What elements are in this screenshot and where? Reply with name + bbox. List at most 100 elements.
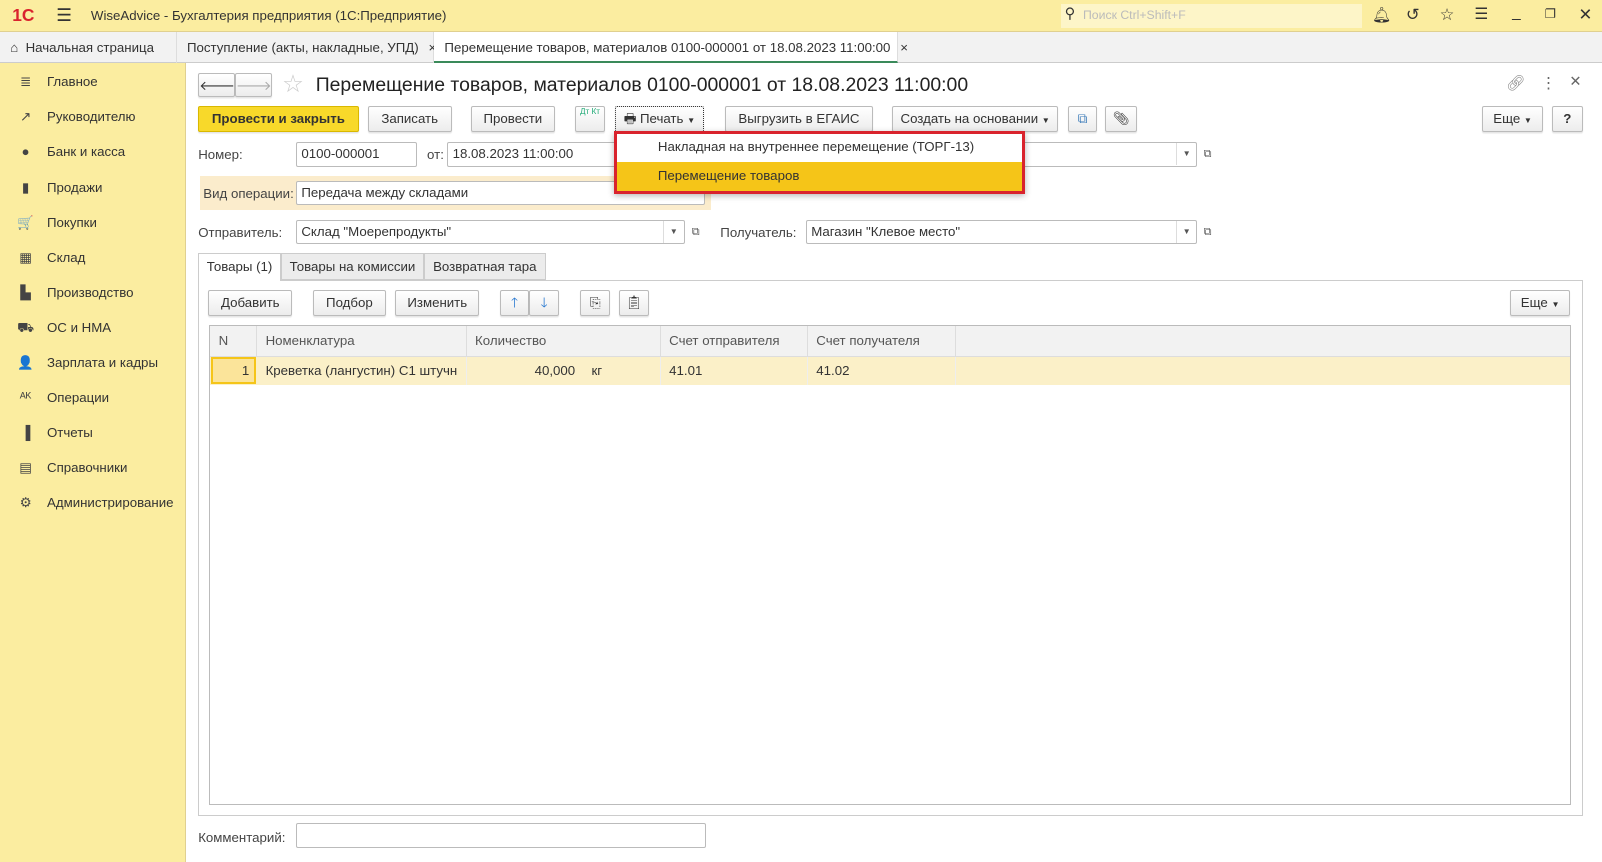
cell-qty[interactable]: 40,000 (467, 357, 581, 386)
sidebar-item-4[interactable]: 🛒 Покупки (0, 206, 186, 241)
sidebar-item-5[interactable]: ▦ Склад (0, 241, 186, 276)
close-window-icon[interactable]: ✕ (1579, 5, 1593, 25)
move-up-button[interactable]: 🡑 (499, 290, 530, 316)
bell-icon[interactable]: 🔔︎ (1372, 6, 1391, 25)
open-icon[interactable]: ⧉ (686, 220, 706, 245)
more-vertical-icon[interactable]: ⋮ (1541, 74, 1556, 93)
sidebar-item-label: Справочники (46, 459, 128, 475)
structure-button[interactable]: ⧉ (1067, 106, 1098, 132)
column-header-qty[interactable]: Количество (467, 325, 661, 357)
attachments-button[interactable]: 📎︎ (1105, 106, 1138, 132)
table-more-button[interactable]: Еще ▼ (1510, 290, 1571, 316)
sidebar-item-8[interactable]: 👤 Зарплата и кадры (0, 346, 186, 381)
sidebar-item-7[interactable]: ⛟ ОС и НМА (0, 311, 186, 346)
comment-field[interactable] (296, 823, 706, 848)
date-field[interactable]: 18.08.2023 11:00:00 (447, 142, 622, 167)
search-input[interactable]: ⚲ Поиск Ctrl+Shift+F (1060, 4, 1362, 28)
forward-button[interactable]: 🡒 (234, 72, 272, 98)
tab-home[interactable]: ⌂ Начальная страница (0, 31, 177, 64)
dt-kt-button[interactable]: Дт Кт (575, 106, 605, 132)
open-icon[interactable]: ⧉ (1197, 220, 1217, 245)
star-icon[interactable]: ☆ (1440, 5, 1455, 25)
history-icon[interactable]: ↺ (1406, 5, 1420, 25)
sidebar-item-label: Склад (46, 249, 86, 265)
tab-receipts[interactable]: Поступление (акты, накладные, УПД) × (177, 31, 436, 64)
dropdown-icon[interactable]: ▼ (663, 220, 683, 244)
sidebar-item-12[interactable]: ⚙ Администрирование (0, 486, 186, 521)
print-button[interactable]: 🖶 Печать ▼ (615, 106, 704, 132)
egais-export-button[interactable]: Выгрузить в ЕГАИС (725, 106, 873, 132)
settings-menu-icon[interactable]: ☰ (1474, 5, 1488, 24)
operation-label: Вид операции: (203, 185, 294, 201)
dropdown-icon[interactable]: ▼ (1175, 143, 1196, 166)
paste-icon: 📋︎ (625, 295, 643, 311)
sidebar-item-9[interactable]: ᴬᴷ Операции (0, 381, 186, 416)
sidebar-item-3[interactable]: ▮ Продажи (0, 171, 186, 206)
app-title: WiseAdvice - Бухгалтерия предприятия (1С… (90, 8, 447, 24)
receiver-value: Магазин "Клевое место" (811, 223, 961, 239)
restore-icon[interactable]: ❐ (1545, 7, 1556, 21)
post-button[interactable]: Провести (470, 106, 555, 132)
add-button[interactable]: Добавить (208, 290, 293, 316)
sidebar-item-11[interactable]: ▤ Справочники (0, 451, 186, 486)
open-icon[interactable]: ⧉ (1197, 142, 1217, 167)
column-header-item[interactable]: Номенклатура (257, 325, 467, 357)
print-label: Печать (639, 111, 684, 127)
subtab-goods[interactable]: Товары (1) (198, 253, 281, 281)
tab-label: Поступление (акты, накладные, УПД) (186, 39, 419, 55)
table-header: N Номенклатура Количество Счет отправите… (210, 325, 1571, 357)
document-form: 🡐 🡒 ☆ Перемещение товаров, материалов 01… (186, 63, 1602, 862)
sidebar-item-2[interactable]: ● Банк и касса (0, 135, 186, 170)
pick-button[interactable]: Подбор (312, 290, 387, 316)
sidebar-item-label: ОС и НМА (46, 319, 112, 335)
print-menu-item-torg13[interactable]: Накладная на внутреннее перемещение (ТОР… (617, 134, 1022, 163)
cell-item[interactable]: Креветка (лангустин) С1 штучн (257, 356, 467, 386)
more-button[interactable]: Еще ▼ (1482, 106, 1543, 132)
chevron-down-icon: ▼ (1551, 300, 1560, 310)
copy-button[interactable]: ⎘ (580, 290, 610, 316)
create-based-on-button[interactable]: Создать на основании ▼ (891, 106, 1059, 132)
edit-button[interactable]: Изменить (395, 290, 480, 316)
cell-receiver-account[interactable]: 41.02 (808, 356, 957, 386)
chevron-down-icon: ▼ (1523, 116, 1532, 126)
dropdown-icon[interactable]: ▼ (1175, 220, 1196, 244)
close-form-icon[interactable]: ✕ (1569, 74, 1581, 90)
tab-bar: ⌂ Начальная страница Поступление (акты, … (0, 31, 1602, 64)
link-icon[interactable]: 🔗︎ (1506, 74, 1525, 93)
move-down-button[interactable]: 🡓 (529, 290, 559, 316)
sender-field[interactable]: Склад "Моерепродукты" ▼ (296, 219, 685, 245)
back-button[interactable]: 🡐 (198, 72, 235, 98)
close-tab-icon[interactable]: × (900, 40, 908, 55)
help-button[interactable]: ? (1551, 106, 1583, 132)
post-and-close-button[interactable]: Провести и закрыть (198, 106, 359, 132)
cell-unit[interactable]: кг (583, 356, 661, 386)
favorite-star-icon[interactable]: ☆ (282, 69, 304, 99)
print-menu-item-transfer[interactable]: Перемещение товаров (617, 162, 1022, 191)
sidebar-icon: ⛟ (17, 319, 34, 335)
sidebar-item-10[interactable]: ▐ Отчеты (0, 416, 186, 451)
sidebar-item-6[interactable]: ▙ Производство (0, 276, 186, 311)
subtab-commission[interactable]: Товары на комиссии (280, 253, 424, 280)
create-based-label: Создать на основании (900, 111, 1039, 127)
cell-sender-account[interactable]: 41.01 (661, 356, 809, 386)
number-field[interactable]: 0100-000001 (296, 142, 417, 167)
subtab-returnable[interactable]: Возвратная тара (423, 253, 546, 280)
home-icon: ⌂ (10, 39, 19, 55)
organization-field[interactable]: ▼ (1018, 142, 1198, 167)
minimize-icon[interactable]: _ (1512, 4, 1521, 22)
save-button[interactable]: Записать (367, 106, 452, 132)
sidebar-item-label: Главное (46, 74, 98, 90)
sidebar-item-label: Администрирование (46, 494, 174, 510)
column-header-sender-account[interactable]: Счет отправителя (661, 325, 809, 357)
receiver-field[interactable]: Магазин "Клевое место" ▼ (806, 219, 1198, 245)
column-header-receiver-account[interactable]: Счет получателя (808, 325, 957, 357)
cell-n[interactable]: 1 (211, 356, 257, 385)
tab-transfer[interactable]: Перемещение товаров, материалов 0100-000… (434, 31, 908, 64)
sidebar-item-0[interactable]: ≣ Главное (0, 65, 186, 100)
menu-icon[interactable]: ☰ (56, 5, 72, 26)
paste-button[interactable]: 📋︎ (619, 290, 649, 316)
column-header-n[interactable]: N (210, 325, 258, 357)
chevron-down-icon: ▼ (1041, 116, 1050, 126)
arrow-down-icon: 🡓 (540, 295, 548, 311)
sidebar-item-1[interactable]: ↗ Руководителю (0, 100, 186, 135)
